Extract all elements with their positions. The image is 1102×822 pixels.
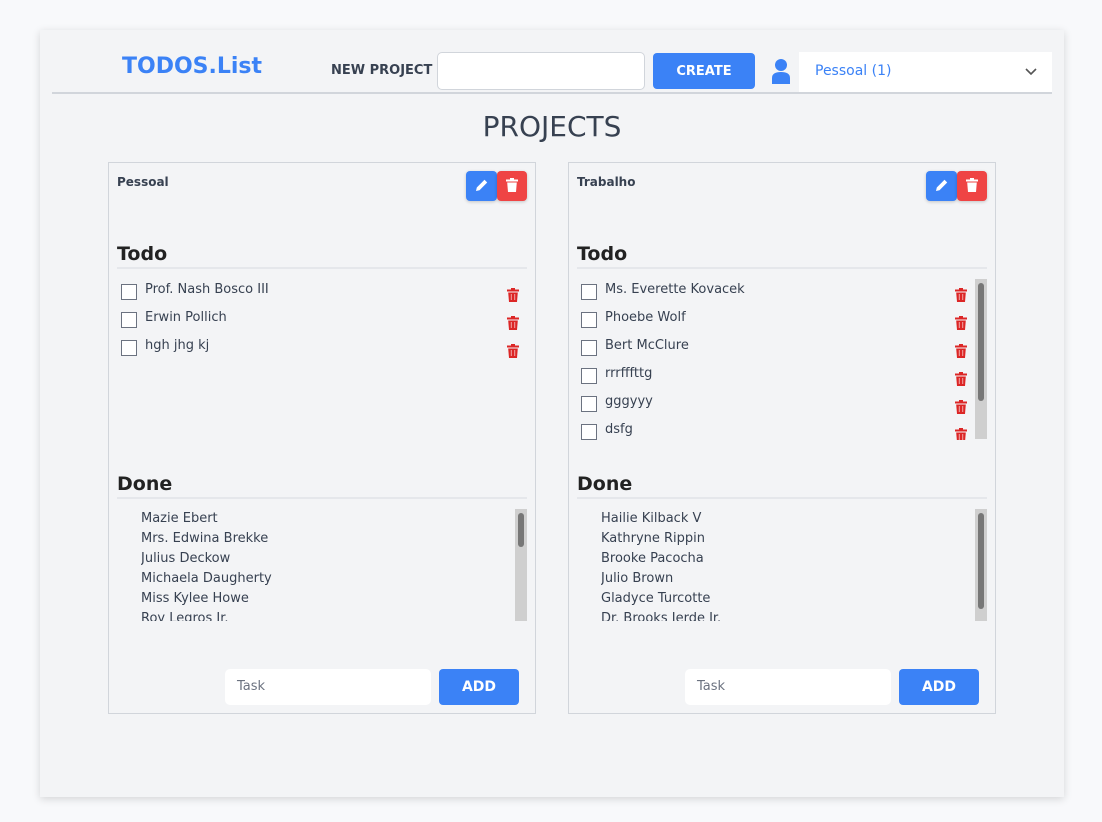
add-task-button[interactable]: ADD	[899, 669, 979, 705]
todo-item-text: hgh jhg kj	[145, 338, 210, 353]
delete-project-button[interactable]	[497, 171, 527, 201]
edit-project-button[interactable]	[926, 171, 957, 201]
todo-checkbox[interactable]	[581, 368, 597, 384]
todo-checkbox[interactable]	[581, 396, 597, 412]
chevron-down-icon	[1025, 68, 1037, 76]
project-select-value: Pessoal (1)	[815, 63, 892, 79]
done-heading: Done	[117, 473, 527, 499]
todo-checkbox[interactable]	[581, 424, 597, 440]
done-item: Kathryne Rippin	[601, 531, 706, 546]
trash-icon[interactable]	[955, 315, 967, 330]
page-title: PROJECTS	[482, 110, 622, 143]
trash-icon[interactable]	[507, 315, 519, 330]
trash-icon[interactable]	[507, 287, 519, 302]
task-input[interactable]	[685, 669, 891, 705]
delete-project-button[interactable]	[957, 171, 987, 201]
done-heading: Done	[577, 473, 987, 499]
trash-icon[interactable]	[955, 343, 967, 358]
project-panel: Trabalho Todo Ms. Everette Kovacek Phoeb…	[568, 162, 996, 714]
todo-item-text: Ms. Everette Kovacek	[605, 282, 745, 297]
project-name: Trabalho	[577, 175, 636, 189]
todo-checkbox[interactable]	[581, 312, 597, 328]
todo-heading: Todo	[117, 243, 527, 269]
trash-icon	[506, 177, 518, 196]
pencil-icon	[475, 177, 489, 196]
todo-list: Prof. Nash Bosco III Erwin Pollich hgh j…	[117, 278, 527, 440]
todo-item-text: rrrfffttg	[605, 366, 653, 381]
task-field[interactable]: Task	[685, 669, 891, 705]
done-item: Julius Deckow	[141, 551, 231, 566]
logo[interactable]: TODOS.List	[122, 54, 262, 79]
create-button[interactable]: CREATE	[653, 53, 755, 89]
project-name: Pessoal	[117, 175, 169, 189]
done-item: Hailie Kilback V	[601, 511, 702, 526]
todo-checkbox[interactable]	[581, 284, 597, 300]
pencil-icon	[935, 177, 949, 196]
todo-list: Ms. Everette Kovacek Phoebe Wolf Bert Mc…	[577, 278, 987, 440]
project-select[interactable]: Pessoal (1)	[799, 52, 1052, 92]
todo-item: Prof. Nash Bosco III	[117, 278, 527, 306]
trash-icon[interactable]	[507, 343, 519, 358]
todo-item: Phoebe Wolf	[577, 306, 987, 334]
trash-icon[interactable]	[955, 287, 967, 302]
done-item: Gladyce Turcotte	[601, 591, 711, 606]
done-item: Mrs. Edwina Brekke	[141, 531, 269, 546]
todo-checkbox[interactable]	[121, 312, 137, 328]
done-list: Hailie Kilback V Kathryne Rippin Brooke Pa…	[601, 509, 961, 621]
todo-item-text: Prof. Nash Bosco III	[145, 282, 269, 297]
todo-item-text: dsfg	[605, 422, 633, 437]
edit-project-button[interactable]	[466, 171, 497, 201]
trash-icon[interactable]	[955, 399, 967, 414]
todo-checkbox[interactable]	[121, 340, 137, 356]
done-item: Julio Brown	[601, 571, 674, 586]
new-project-input[interactable]	[437, 52, 645, 90]
todo-item: rrrfffttg	[577, 362, 987, 390]
trash-icon[interactable]	[955, 371, 967, 386]
done-scrollbar[interactable]	[975, 509, 987, 621]
todo-checkbox[interactable]	[121, 284, 137, 300]
trash-icon[interactable]	[955, 427, 967, 440]
done-item: Mazie Ebert	[141, 511, 218, 526]
header: TODOS.List NEW PROJECT CREATE Pessoal (1…	[52, 30, 1052, 94]
todo-checkbox[interactable]	[581, 340, 597, 356]
task-field[interactable]: Task	[225, 669, 431, 705]
user-icon	[772, 59, 790, 84]
task-input[interactable]	[225, 669, 431, 705]
todo-item-text: gggyyy	[605, 394, 653, 409]
todo-item: gggyyy	[577, 390, 987, 418]
todo-scrollbar[interactable]	[975, 279, 987, 439]
done-item: Brooke Pacocha	[601, 551, 704, 566]
project-panel: Pessoal Todo Prof. Nash Bosco III Erwin …	[108, 162, 536, 714]
new-project-label: NEW PROJECT	[331, 63, 433, 78]
done-item: Dr. Brooks Jerde Jr.	[601, 611, 722, 621]
done-scrollbar[interactable]	[515, 509, 527, 621]
trash-icon	[966, 177, 978, 196]
done-list: Mazie Ebert Mrs. Edwina Brekke Julius Deck…	[141, 509, 501, 621]
todo-item: hgh jhg kj	[117, 334, 527, 362]
add-task-button[interactable]: ADD	[439, 669, 519, 705]
todo-heading: Todo	[577, 243, 987, 269]
todo-item: Erwin Pollich	[117, 306, 527, 334]
todo-item: Bert McClure	[577, 334, 987, 362]
todo-item-text: Bert McClure	[605, 338, 689, 353]
app-card: TODOS.List NEW PROJECT CREATE Pessoal (1…	[40, 30, 1064, 797]
todo-item: Ms. Everette Kovacek	[577, 278, 987, 306]
done-item: Roy Legros Jr.	[141, 611, 229, 621]
done-item: Miss Kylee Howe	[141, 591, 249, 606]
todo-item-text: Phoebe Wolf	[605, 310, 686, 325]
todo-item: dsfg	[577, 418, 987, 440]
todo-item-text: Erwin Pollich	[145, 310, 227, 325]
done-item: Michaela Daugherty	[141, 571, 272, 586]
